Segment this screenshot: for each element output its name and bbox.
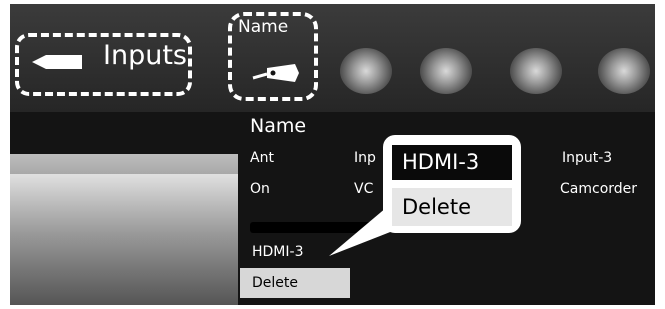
list-header-name: Name xyxy=(250,115,307,137)
inputs-highlight xyxy=(15,33,192,96)
side-panel-top xyxy=(10,154,238,176)
list-item[interactable]: Inp xyxy=(354,150,376,166)
list-item[interactable]: Input-3 xyxy=(562,150,612,166)
input-thumbnail[interactable] xyxy=(510,48,562,94)
input-thumbnail[interactable] xyxy=(598,48,650,94)
input-thumbnail[interactable] xyxy=(420,48,472,94)
menu-item-delete[interactable]: Delete xyxy=(240,268,350,298)
callout-item-delete: Delete xyxy=(392,188,512,226)
list-item[interactable]: Camcorder xyxy=(560,181,637,197)
list-item[interactable]: Ant xyxy=(250,150,274,166)
side-panel xyxy=(10,174,238,305)
list-item[interactable]: VC xyxy=(354,181,373,197)
list-item[interactable]: On xyxy=(250,181,270,197)
callout-item-hdmi-3: HDMI-3 xyxy=(392,145,512,180)
input-thumbnail[interactable] xyxy=(340,48,392,94)
name-highlight xyxy=(228,12,318,101)
